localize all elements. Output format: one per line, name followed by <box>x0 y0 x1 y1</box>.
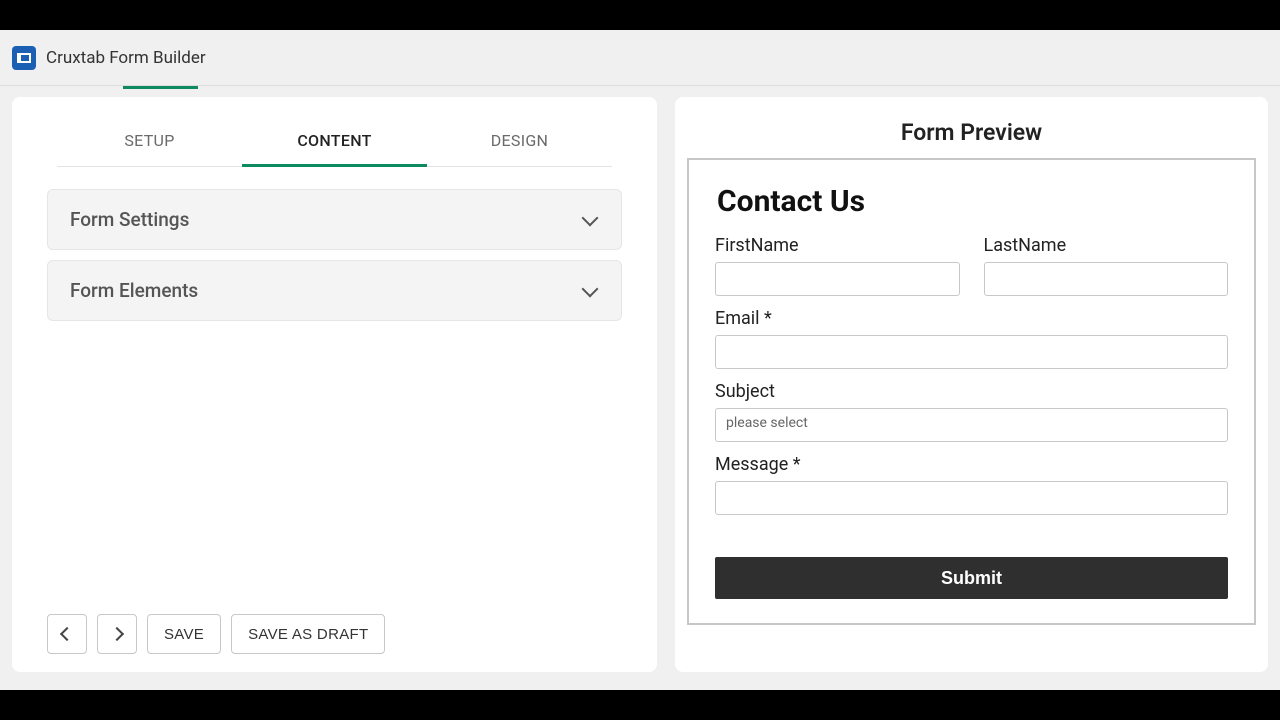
label-subject: Subject <box>715 381 1228 402</box>
tab-content[interactable]: CONTENT <box>242 117 427 167</box>
tab-setup[interactable]: SETUP <box>57 117 242 166</box>
save-button[interactable]: SAVE <box>147 614 221 654</box>
save-as-draft-button-label: SAVE AS DRAFT <box>248 626 368 643</box>
name-row: FirstName LastName <box>715 235 1228 308</box>
save-as-draft-button[interactable]: SAVE AS DRAFT <box>231 614 385 654</box>
field-email: Email * <box>715 308 1228 369</box>
submit-button-label: Submit <box>941 568 1002 588</box>
accordion-form-settings-label: Form Settings <box>70 208 189 231</box>
tab-setup-label: SETUP <box>124 131 174 150</box>
letterbox-top <box>0 0 1280 30</box>
chevron-down-icon <box>581 282 599 300</box>
label-email: Email * <box>715 308 1228 329</box>
form-heading: Contact Us <box>717 184 1228 219</box>
field-message: Message * <box>715 454 1228 515</box>
prev-button[interactable] <box>47 614 87 654</box>
accordion-list: Form Settings Form Elements <box>12 167 657 331</box>
tab-design-label: DESIGN <box>491 131 549 150</box>
preview-panel: Form Preview Contact Us FirstName LastNa… <box>675 97 1268 672</box>
input-lastname[interactable] <box>984 262 1229 296</box>
label-lastname: LastName <box>984 235 1229 256</box>
select-subject-value: please select <box>726 415 808 431</box>
field-subject: Subject please select <box>715 381 1228 442</box>
main-area: SETUP CONTENT DESIGN Form Settings Form … <box>0 89 1280 672</box>
submit-button[interactable]: Submit <box>715 557 1228 599</box>
select-subject[interactable]: please select <box>715 408 1228 442</box>
accordion-form-elements-label: Form Elements <box>70 279 198 302</box>
accordion-form-settings[interactable]: Form Settings <box>47 189 622 250</box>
app-title: Cruxtab Form Builder <box>46 48 206 68</box>
tab-design[interactable]: DESIGN <box>427 117 612 166</box>
input-message[interactable] <box>715 481 1228 515</box>
preview-title: Form Preview <box>675 97 1268 158</box>
letterbox-bottom <box>0 690 1280 720</box>
next-button[interactable] <box>97 614 137 654</box>
save-button-label: SAVE <box>164 626 204 643</box>
editor-tabs: SETUP CONTENT DESIGN <box>57 117 612 167</box>
tab-content-label: CONTENT <box>297 131 371 150</box>
input-email[interactable] <box>715 335 1228 369</box>
app-header: Cruxtab Form Builder <box>0 30 1280 86</box>
label-firstname: FirstName <box>715 235 960 256</box>
app-logo-icon <box>12 46 36 70</box>
field-firstname: FirstName <box>715 235 960 296</box>
input-firstname[interactable] <box>715 262 960 296</box>
field-lastname: LastName <box>984 235 1229 296</box>
chevron-right-icon <box>110 627 124 641</box>
chevron-left-icon <box>60 627 74 641</box>
chevron-down-icon <box>581 211 599 229</box>
bottom-actions: SAVE SAVE AS DRAFT <box>47 614 385 654</box>
preview-box: Contact Us FirstName LastName Email * Su… <box>687 158 1256 625</box>
editor-panel: SETUP CONTENT DESIGN Form Settings Form … <box>12 97 657 672</box>
accordion-form-elements[interactable]: Form Elements <box>47 260 622 321</box>
label-message: Message * <box>715 454 1228 475</box>
